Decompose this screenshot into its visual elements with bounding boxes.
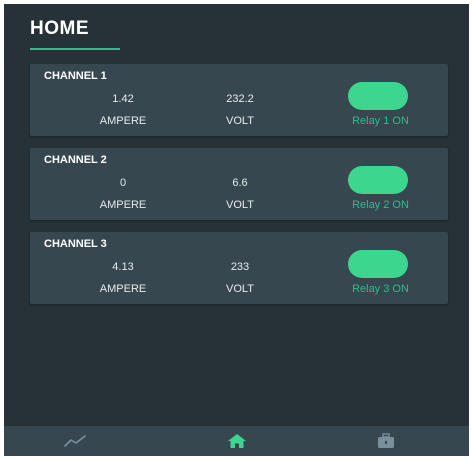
relay-status: Relay 1 ON — [352, 115, 409, 127]
channel-title: CHANNEL 3 — [44, 238, 107, 250]
channel-card-3: CHANNEL 3 4.13 233 AMPERE VOLT Relay 3 O… — [30, 232, 448, 304]
app-screen: HOME CHANNEL 1 1.42 232.2 AMPERE VOLT Re… — [4, 4, 469, 456]
bottom-navigation — [4, 426, 469, 456]
volt-label: VOLT — [226, 283, 254, 295]
page-title: HOME — [30, 18, 89, 39]
ampere-label: AMPERE — [99, 199, 147, 211]
channel-card-2: CHANNEL 2 0 6.6 AMPERE VOLT Relay 2 ON — [30, 148, 448, 220]
relay-3-toggle-button[interactable] — [348, 250, 408, 278]
ampere-value: 1.42 — [112, 93, 134, 105]
relay-status: Relay 3 ON — [352, 283, 409, 295]
volt-value: 233 — [230, 261, 250, 273]
nav-item-charts[interactable] — [50, 426, 100, 456]
nav-item-home[interactable] — [212, 426, 262, 456]
chart-line-icon — [64, 435, 86, 447]
ampere-label: AMPERE — [99, 115, 147, 127]
home-icon — [228, 434, 246, 448]
nav-item-tools[interactable] — [361, 426, 411, 456]
volt-value: 6.6 — [232, 177, 248, 189]
channel-card-1: CHANNEL 1 1.42 232.2 AMPERE VOLT Relay 1… — [30, 64, 448, 136]
relay-1-toggle-button[interactable] — [348, 82, 408, 110]
channel-title: CHANNEL 2 — [44, 154, 107, 166]
ampere-value: 0 — [119, 177, 127, 189]
volt-label: VOLT — [226, 115, 254, 127]
ampere-label: AMPERE — [99, 283, 147, 295]
relay-status: Relay 2 ON — [352, 199, 409, 211]
ampere-value: 4.13 — [112, 261, 134, 273]
volt-value: 232.2 — [226, 93, 254, 105]
briefcase-icon — [378, 433, 394, 448]
channel-title: CHANNEL 1 — [44, 70, 107, 82]
title-underline — [30, 48, 120, 50]
volt-label: VOLT — [226, 199, 254, 211]
relay-2-toggle-button[interactable] — [348, 166, 408, 194]
